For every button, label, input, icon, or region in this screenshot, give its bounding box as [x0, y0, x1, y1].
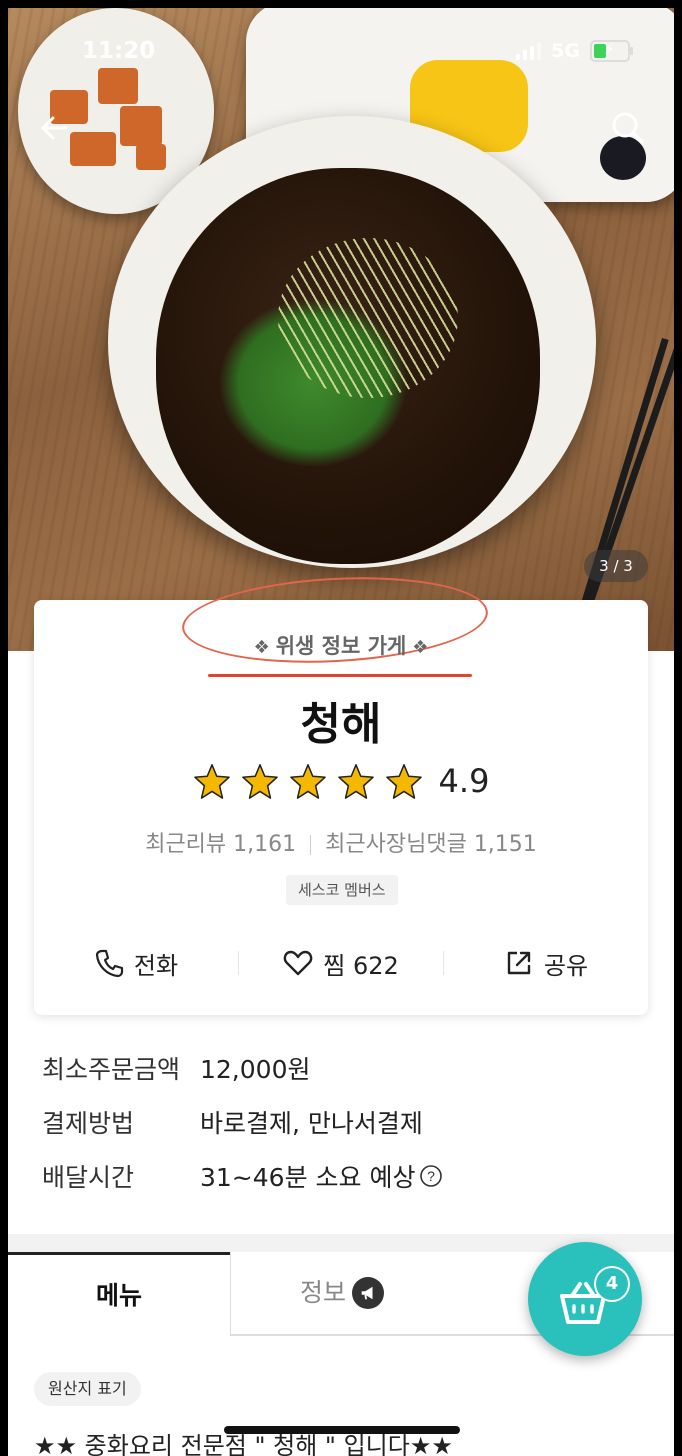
action-bar: 전화 찜 622 공유 [34, 940, 648, 986]
review-divider [310, 835, 312, 855]
kimchi-piece [98, 68, 138, 104]
star-icon [289, 764, 326, 799]
recent-owner-replies: 최근사장님댓글 1,151 [325, 832, 537, 857]
delivery-time-label: 배달시간 [42, 1163, 135, 1192]
store-info-card: ❖ 위생 정보 가게 ❖ 청해 4.9 최근리뷰 1,161 최근사장님댓글 1,15… [34, 570, 648, 1015]
delivery-time-value: 31~46분 소요 예상 [200, 1163, 416, 1192]
star-icon [337, 764, 374, 799]
leaf-deco-icon: ❖ [253, 637, 270, 658]
leaf-deco-icon: ❖ [412, 637, 429, 658]
status-time: 11:20 [82, 38, 156, 64]
hygiene-label: 위생 정보 가게 [275, 634, 407, 658]
cucumber-garnish [278, 238, 458, 398]
back-button[interactable] [36, 108, 76, 148]
phone-icon [95, 949, 124, 978]
tab-info-label: 정보 [299, 1278, 346, 1307]
star-icon [241, 764, 278, 799]
tab-menu[interactable]: 메뉴 [8, 1252, 230, 1337]
network-type: 5G [551, 40, 580, 62]
delivery-time-value-wrap: 31~46분 소요 예상 ? [200, 1158, 443, 1194]
kimchi-piece [136, 144, 166, 170]
payment-value: 바로결제, 만나서결제 [200, 1109, 423, 1138]
payment-label: 결제방법 [42, 1109, 135, 1138]
tab-info[interactable]: 정보 [230, 1252, 453, 1336]
heart-icon [283, 950, 313, 976]
photo-pager: 3 / 3 [584, 550, 648, 582]
annotation-underline [208, 674, 472, 677]
member-badge: 세스코 멤버스 [286, 875, 398, 905]
kimchi-piece [70, 132, 116, 166]
back-arrow-icon [41, 116, 68, 140]
screen: 11:20 5G ⚡ 3 / 3 ❖ 위생 정보 가게 ❖ 청해 4.9 최근리… [8, 8, 674, 1456]
rating[interactable]: 4.9 [34, 762, 648, 800]
megaphone-icon [352, 1277, 384, 1309]
share-label: 공유 [543, 951, 589, 980]
signal-icon [516, 42, 542, 60]
delivery-time-row: 배달시간 31~46분 소요 예상 ? [42, 1158, 443, 1212]
rating-value: 4.9 [438, 762, 490, 800]
like-button[interactable]: 찜 622 [239, 946, 443, 981]
min-order-row: 최소주문금액 12,000원 [42, 1050, 443, 1104]
min-order-value: 12,000원 [200, 1055, 311, 1084]
review-counts[interactable]: 최근리뷰 1,161 최근사장님댓글 1,151 [34, 826, 648, 858]
hero-photo[interactable]: 11:20 5G ⚡ 3 / 3 [8, 8, 674, 651]
cart-button[interactable]: 4 [528, 1242, 642, 1356]
search-icon [612, 112, 644, 144]
share-button[interactable]: 공유 [444, 946, 648, 981]
star-icon [193, 764, 230, 799]
payment-row: 결제방법 바로결제, 만나서결제 [42, 1104, 443, 1158]
order-info: 최소주문금액 12,000원 결제방법 바로결제, 만나서결제 배달시간 31~… [42, 1050, 443, 1212]
like-label: 찜 622 [323, 951, 399, 980]
battery-icon: ⚡ [590, 40, 633, 62]
svg-text:?: ? [428, 1168, 436, 1184]
call-label: 전화 [133, 951, 179, 980]
store-name: 청해 [300, 699, 382, 750]
recent-reviews: 최근리뷰 1,161 [145, 832, 297, 857]
kimchi-piece [120, 106, 162, 146]
home-indicator[interactable] [224, 1426, 460, 1434]
hygiene-badge[interactable]: ❖ 위생 정보 가게 ❖ [34, 630, 648, 660]
share-icon [507, 951, 531, 975]
help-circle-icon[interactable]: ? [419, 1164, 443, 1188]
star-icon [385, 764, 422, 799]
cart-count-badge: 4 [594, 1266, 630, 1302]
min-order-label: 최소주문금액 [42, 1055, 181, 1084]
status-indicators: 5G ⚡ [516, 40, 633, 62]
origin-label-button[interactable]: 원산지 표기 [34, 1372, 141, 1406]
search-button[interactable] [608, 108, 648, 148]
call-button[interactable]: 전화 [34, 946, 238, 981]
